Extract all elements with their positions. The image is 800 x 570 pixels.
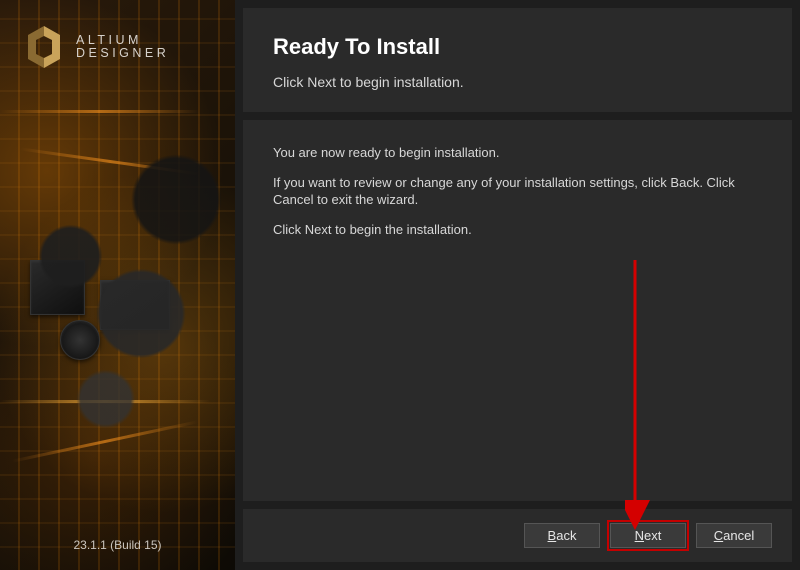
next-button[interactable]: Next bbox=[610, 523, 686, 548]
version-label: 23.1.1 (Build 15) bbox=[0, 538, 235, 552]
page-title: Ready To Install bbox=[273, 34, 762, 60]
brand-logo: ALTIUM DESIGNER bbox=[24, 24, 169, 70]
footer-buttons: Back Next Cancel bbox=[243, 509, 792, 562]
body-card: You are now ready to begin installation.… bbox=[243, 120, 792, 501]
pcb-background bbox=[0, 0, 235, 570]
content-area: Ready To Install Click Next to begin ins… bbox=[235, 0, 800, 570]
installer-window: ALTIUM DESIGNER 23.1.1 (Build 15) Ready … bbox=[0, 0, 800, 570]
brand-text: ALTIUM DESIGNER bbox=[76, 34, 169, 60]
sidebar-hero: ALTIUM DESIGNER 23.1.1 (Build 15) bbox=[0, 0, 235, 570]
back-button[interactable]: Back bbox=[524, 523, 600, 548]
cancel-button[interactable]: Cancel bbox=[696, 523, 772, 548]
page-subtitle: Click Next to begin installation. bbox=[273, 74, 762, 90]
body-text-2: If you want to review or change any of y… bbox=[273, 174, 762, 209]
body-text-1: You are now ready to begin installation. bbox=[273, 144, 762, 162]
header-card: Ready To Install Click Next to begin ins… bbox=[243, 8, 792, 112]
altium-logo-icon bbox=[24, 24, 64, 70]
brand-line2: DESIGNER bbox=[76, 47, 169, 60]
body-text-3: Click Next to begin the installation. bbox=[273, 221, 762, 239]
